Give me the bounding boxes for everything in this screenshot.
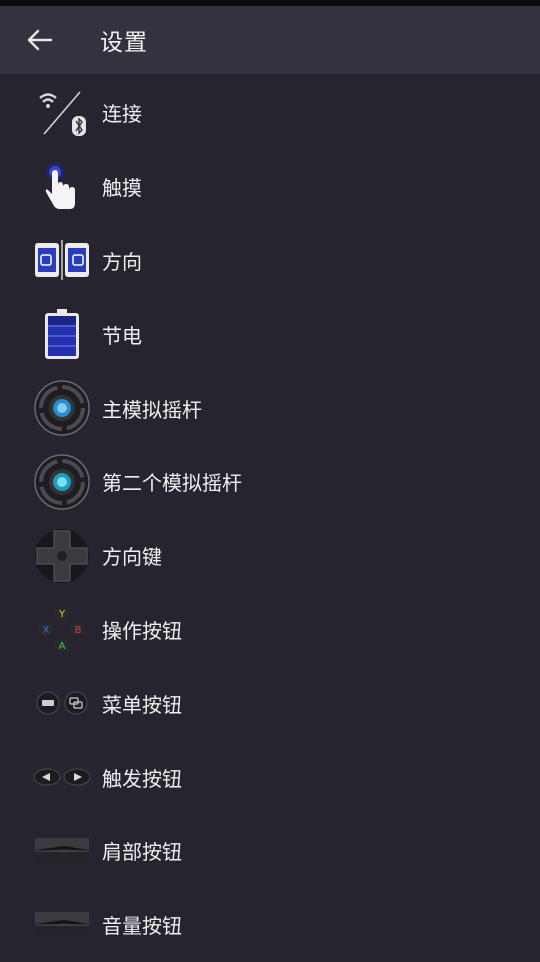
settings-item-label: 肩部按钮	[102, 840, 182, 865]
settings-item-volume-buttons[interactable]: 音量按钮	[0, 888, 540, 962]
settings-item-label: 方向键	[102, 545, 162, 570]
touch-icon	[32, 157, 92, 217]
battery-icon	[32, 304, 92, 364]
settings-item-orientation[interactable]: 方向	[0, 224, 540, 298]
svg-text:X: X	[43, 625, 50, 636]
settings-item-label: 主模拟摇杆	[102, 397, 202, 422]
settings-item-trigger-buttons[interactable]: 触发按钮	[0, 740, 540, 814]
svg-text:A: A	[59, 641, 66, 652]
settings-item-touch[interactable]: 触摸	[0, 150, 540, 224]
orientation-icon	[32, 230, 92, 290]
app-toolbar: 设置	[0, 6, 540, 74]
settings-item-label: 方向	[102, 249, 142, 274]
settings-item-shoulder-buttons[interactable]: 肩部按钮	[0, 814, 540, 888]
analog-stick-icon	[32, 378, 92, 438]
menu-buttons-icon	[32, 673, 92, 733]
action-buttons-icon: Y X B A	[32, 599, 92, 659]
settings-item-label: 操作按钮	[102, 618, 182, 643]
volume-buttons-icon	[32, 895, 92, 955]
page-title: 设置	[100, 30, 148, 56]
settings-item-connection[interactable]: 连接	[0, 76, 540, 150]
wifi-bluetooth-icon	[32, 83, 92, 143]
settings-item-dpad[interactable]: 方向键	[0, 519, 540, 593]
settings-list: 连接 触摸 方向 节电 主模拟摇杆 第二个模拟摇杆 方向键 Y X B A 操作…	[0, 76, 540, 962]
settings-item-power-saving[interactable]: 节电	[0, 297, 540, 371]
settings-item-label: 节电	[102, 323, 142, 348]
settings-item-second-analog-stick[interactable]: 第二个模拟摇杆	[0, 445, 540, 519]
settings-item-main-analog-stick[interactable]: 主模拟摇杆	[0, 371, 540, 445]
settings-item-label: 菜单按钮	[102, 692, 182, 717]
svg-text:Y: Y	[58, 609, 66, 620]
second-analog-stick-icon	[32, 452, 92, 512]
dpad-icon	[32, 526, 92, 586]
trigger-buttons-icon	[32, 747, 92, 807]
svg-text:B: B	[75, 625, 82, 636]
settings-item-menu-buttons[interactable]: 菜单按钮	[0, 666, 540, 740]
arrow-left-icon	[27, 29, 53, 51]
settings-item-label: 连接	[102, 102, 142, 127]
back-button[interactable]	[20, 20, 60, 60]
settings-item-action-buttons[interactable]: Y X B A 操作按钮	[0, 593, 540, 667]
settings-item-label: 触发按钮	[102, 766, 182, 791]
settings-item-label: 音量按钮	[102, 914, 182, 939]
settings-item-label: 触摸	[102, 176, 142, 201]
settings-item-label: 第二个模拟摇杆	[102, 471, 242, 496]
shoulder-buttons-icon	[32, 821, 92, 881]
